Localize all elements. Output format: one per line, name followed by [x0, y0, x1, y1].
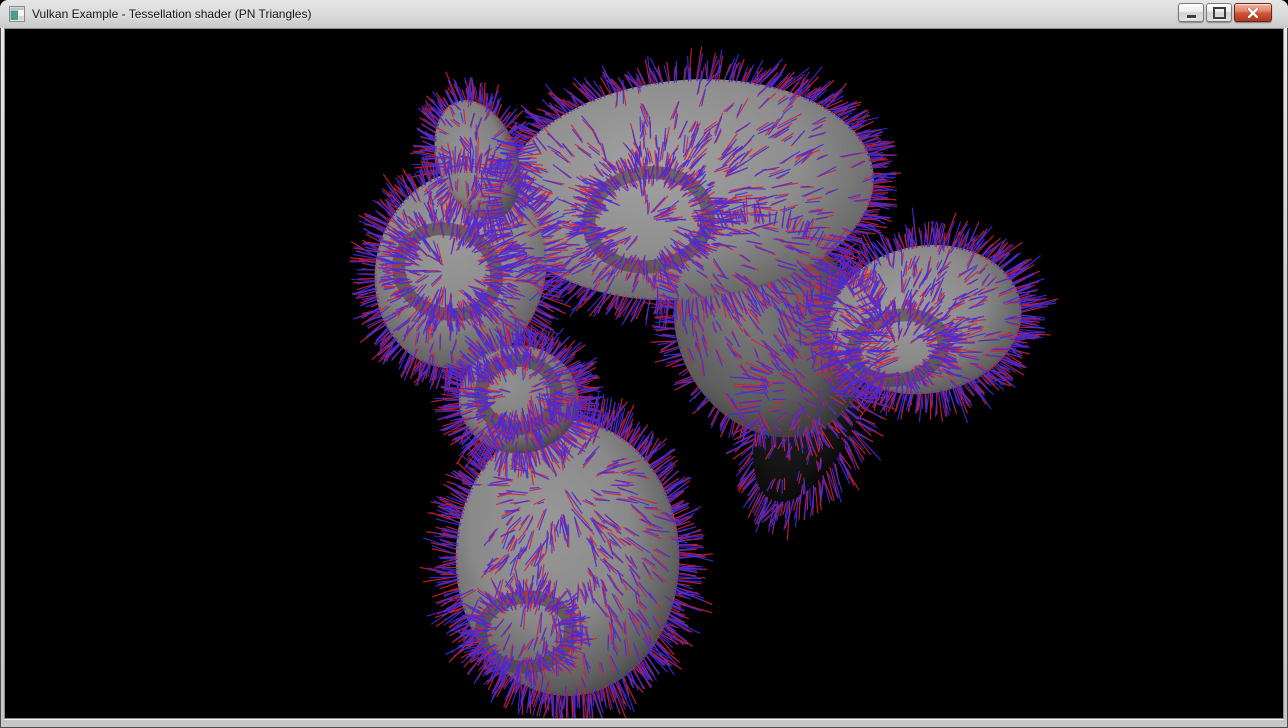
- window-controls: [1178, 3, 1272, 22]
- render-viewport[interactable]: [5, 29, 1283, 718]
- application-icon-image: [9, 6, 25, 22]
- minimize-icon: [1187, 15, 1196, 18]
- maximize-button[interactable]: [1206, 3, 1232, 22]
- titlebar[interactable]: Vulkan Example - Tessellation shader (PN…: [0, 0, 1288, 28]
- application-icon[interactable]: [9, 6, 25, 22]
- render-area: [4, 28, 1284, 719]
- minimize-button[interactable]: [1178, 3, 1204, 22]
- window-title: Vulkan Example - Tessellation shader (PN…: [32, 7, 311, 21]
- close-icon: [1247, 8, 1259, 18]
- maximize-icon: [1213, 7, 1226, 19]
- close-button[interactable]: [1234, 3, 1272, 22]
- application-window: Vulkan Example - Tessellation shader (PN…: [0, 0, 1288, 728]
